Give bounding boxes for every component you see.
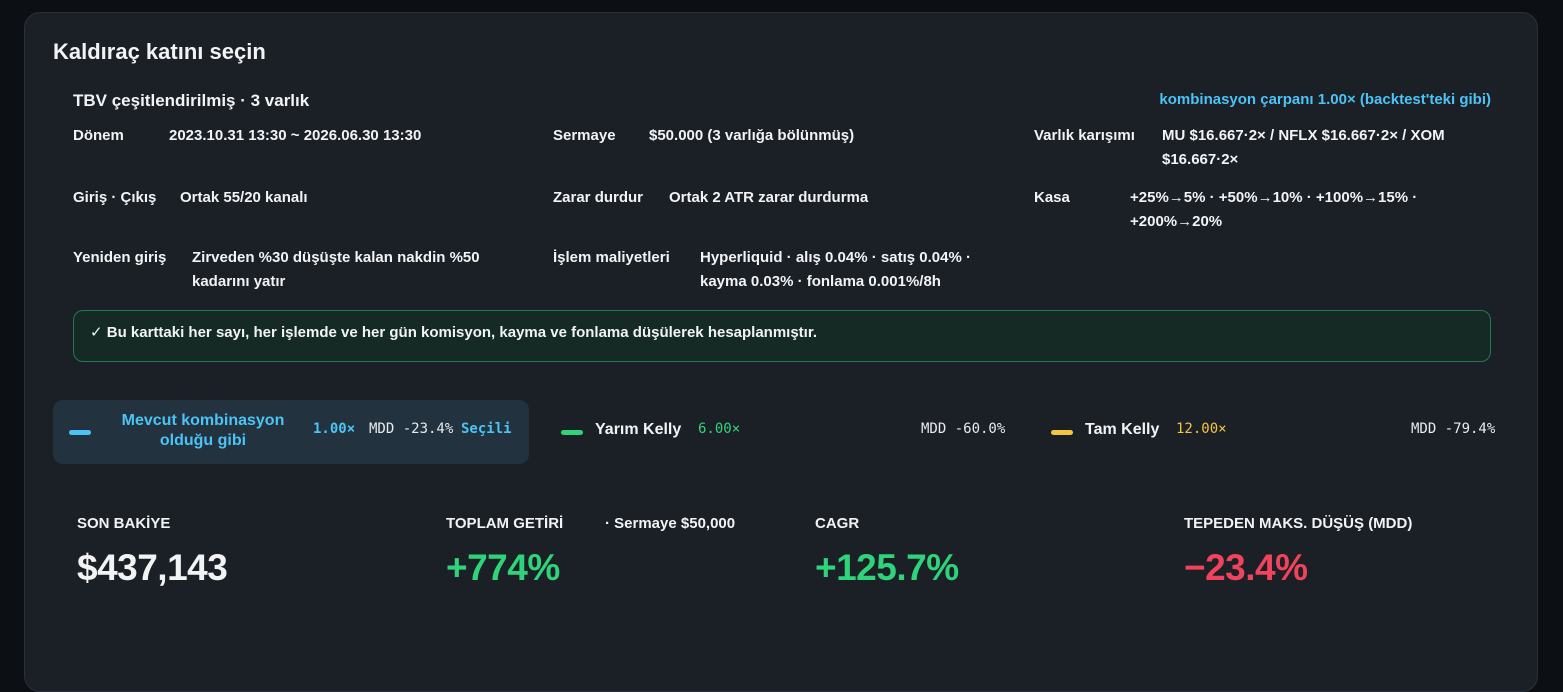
stat-total-return-value: +774% — [446, 547, 560, 588]
detail-label: Varlık karışımı — [1034, 127, 1135, 144]
detail-asset-mix: Varlık karışımı MU $16.667·2× / NFLX $16… — [1034, 124, 1494, 172]
detail-value: Ortak 55/20 kanalı — [180, 189, 308, 206]
leverage-card: Kaldıraç katını seçin TBV çeşitlendirilm… — [24, 12, 1538, 692]
series-swatch — [69, 430, 91, 435]
option-mdd: MDD -60.0% — [921, 421, 1006, 437]
detail-trade-costs: İşlem maliyetleri Hyperliquid · alış 0.0… — [553, 246, 1033, 294]
detail-entry-exit: Giriş · Çıkış Ortak 55/20 kanalı — [73, 186, 533, 210]
option-selected-badge: Seçili — [461, 421, 512, 437]
detail-value: Hyperliquid · alış 0.04% · satış 0.04% ·… — [700, 249, 971, 290]
detail-reentry: Yeniden giriş Zirveden %30 düşüşte kalan… — [73, 246, 543, 294]
series-swatch — [561, 430, 583, 435]
detail-label: Yeniden giriş — [73, 249, 167, 266]
detail-label: Kasa — [1034, 189, 1070, 206]
detail-label: Sermaye — [553, 127, 616, 144]
detail-value: Ortak 2 ATR zarar durdurma — [669, 189, 869, 206]
detail-value: Zirveden %30 düşüşte kalan nakdin %50 ka… — [192, 249, 480, 290]
stat-mdd-label: TEPEDEN MAKS. DÜŞÜŞ (MDD) — [1184, 515, 1413, 532]
detail-label: Zarar durdur — [553, 189, 644, 206]
option-mdd: MDD -23.4% — [369, 421, 454, 437]
option-name: Tam Kelly — [1085, 421, 1160, 438]
detail-vault: Kasa +25%→5% · +50%→10% · +100%→15% · +2… — [1034, 186, 1494, 234]
detail-value: 2023.10.31 13:30 ~ 2026.06.30 13:30 — [169, 127, 422, 144]
detail-period: Dönem 2023.10.31 13:30 ~ 2026.06.30 13:3… — [73, 124, 533, 148]
leverage-option-full-kelly[interactable]: Tam Kelly 12.00× MDD -79.4% — [1035, 400, 1511, 464]
option-leverage: 6.00× — [698, 421, 741, 437]
option-leverage: 12.00× — [1176, 421, 1227, 437]
fees-notice: ✓ Bu karttaki her sayı, her işlemde ve h… — [73, 310, 1491, 362]
stat-mdd-value: −23.4% — [1184, 547, 1308, 588]
combination-multiplier-note: kombinasyon çarpanı 1.00× (backtest'teki… — [1159, 91, 1491, 108]
option-name: Mevcut kombinasyon olduğu gibi — [121, 412, 285, 449]
detail-capital: Sermaye $50.000 (3 varlığa bölünmüş) — [553, 124, 1013, 148]
card-title: Kaldıraç katını seçin — [53, 39, 266, 64]
stat-final-balance-label: SON BAKİYE — [77, 515, 171, 532]
option-mdd: MDD -79.4% — [1411, 421, 1496, 437]
detail-value: MU $16.667·2× / NFLX $16.667·2× / XOM $1… — [1162, 127, 1445, 168]
detail-label: İşlem maliyetleri — [553, 249, 670, 266]
stat-total-return-label: TOPLAM GETİRİ — [446, 515, 564, 532]
series-swatch — [1051, 430, 1073, 435]
detail-value: +25%→5% · +50%→10% · +100%→15% · +200%→2… — [1130, 189, 1418, 230]
stat-cagr-label: CAGR — [815, 515, 860, 532]
leverage-option-current[interactable]: Mevcut kombinasyon olduğu gibi 1.00× MDD… — [53, 400, 529, 464]
detail-label: Dönem — [73, 127, 124, 144]
leverage-option-half-kelly[interactable]: Yarım Kelly 6.00× MDD -60.0% — [545, 400, 1021, 464]
option-leverage: 1.00× — [313, 421, 356, 437]
detail-stop-loss: Zarar durdur Ortak 2 ATR zarar durdurma — [553, 186, 1013, 210]
option-name: Yarım Kelly — [595, 421, 682, 438]
stat-final-balance-value: $437,143 — [77, 547, 228, 588]
strategy-subtitle: TBV çeşitlendirilmiş · 3 varlık — [73, 91, 310, 110]
detail-value: $50.000 (3 varlığa bölünmüş) — [649, 127, 855, 144]
stat-total-return-note: · Sermaye $50,000 — [605, 515, 736, 532]
stat-cagr-value: +125.7% — [815, 547, 959, 588]
detail-label: Giriş · Çıkış — [73, 189, 157, 206]
